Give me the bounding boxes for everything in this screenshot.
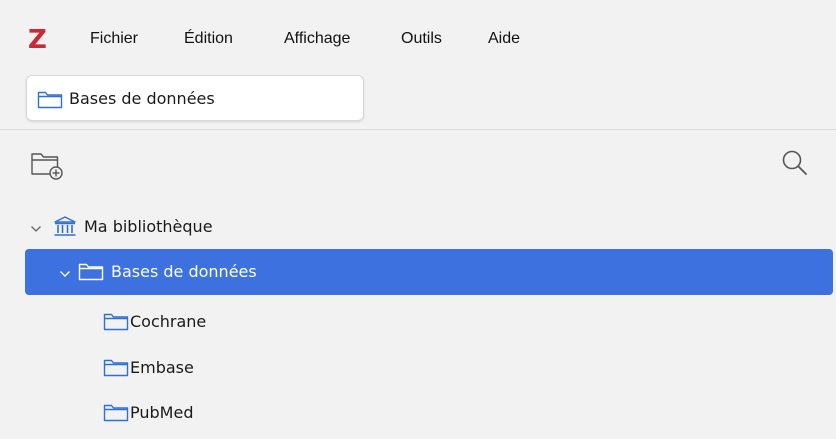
tab-bases-de-donnees[interactable]: Bases de données — [26, 75, 364, 121]
chevron-down-icon[interactable] — [59, 266, 71, 284]
tree-item-label: PubMed — [130, 403, 194, 422]
tree-item-pubmed[interactable]: PubMed — [25, 390, 833, 436]
menu-bar: Z Fichier Édition Affichage Outils Aide — [0, 0, 836, 75]
tree-item-cochrane[interactable]: Cochrane — [25, 299, 833, 345]
library-icon — [53, 216, 77, 243]
tree-item-label: Ma bibliothèque — [84, 217, 213, 236]
folder-icon — [103, 402, 129, 427]
tree-item-bases-de-donnees[interactable]: Bases de données — [25, 249, 833, 295]
menu-aide[interactable]: Aide — [488, 28, 520, 50]
chevron-down-icon[interactable] — [30, 221, 42, 239]
folder-icon — [37, 89, 63, 114]
folder-icon — [103, 357, 129, 382]
menu-edition[interactable]: Édition — [184, 28, 233, 50]
tree-item-library[interactable]: Ma bibliothèque — [25, 204, 833, 250]
search-icon[interactable] — [780, 148, 810, 183]
folder-icon — [103, 311, 129, 336]
tree-item-embase[interactable]: Embase — [25, 345, 833, 391]
tree-item-label: Embase — [130, 358, 194, 377]
menu-outils[interactable]: Outils — [401, 28, 442, 50]
divider — [0, 129, 836, 130]
menu-affichage[interactable]: Affichage — [284, 28, 350, 50]
new-collection-icon[interactable] — [30, 150, 64, 185]
menu-fichier[interactable]: Fichier — [90, 28, 138, 50]
tree-item-label: Bases de données — [111, 262, 257, 281]
tab-label: Bases de données — [69, 89, 215, 108]
zotero-logo: Z — [28, 25, 47, 55]
tree-item-label: Cochrane — [130, 312, 207, 331]
folder-icon — [78, 261, 104, 286]
